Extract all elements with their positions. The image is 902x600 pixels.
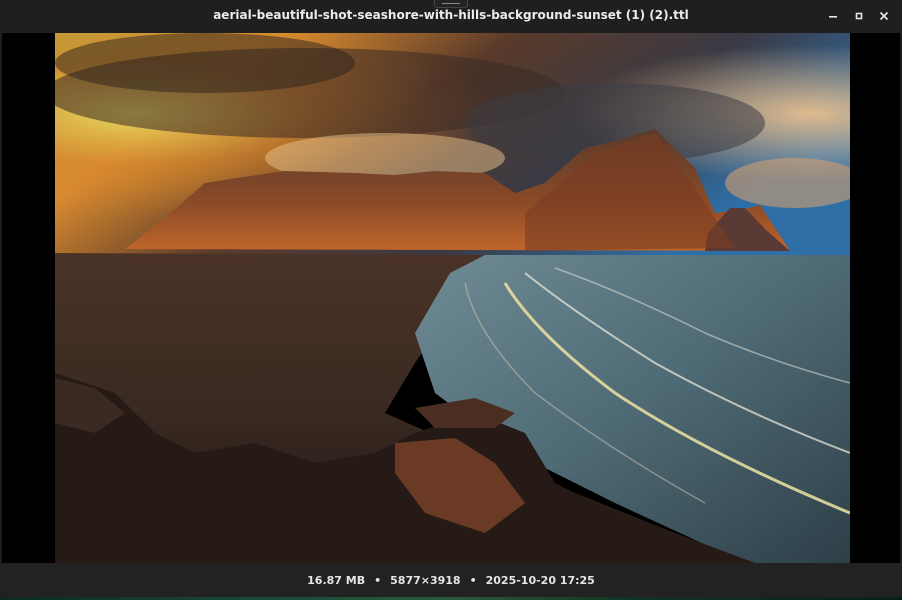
image-dimensions: 5877×3918 (390, 573, 461, 587)
separator: • (374, 573, 382, 587)
close-button[interactable] (873, 6, 895, 26)
seashore-sunset-photo (55, 33, 850, 563)
minimize-button[interactable] (822, 6, 844, 26)
minimize-icon (829, 16, 837, 18)
image-viewer-window: aerial-beautiful-shot-seashore-with-hill… (0, 0, 902, 600)
separator: • (469, 573, 477, 587)
modified-date: 2025-10-20 17:25 (485, 573, 595, 587)
close-icon (879, 11, 889, 21)
status-bar: 16.87 MB • 5877×3918 • 2025-10-20 17:25 (0, 563, 902, 597)
file-size: 16.87 MB (307, 573, 366, 587)
maximize-icon (855, 12, 863, 20)
maximize-button[interactable] (848, 6, 870, 26)
drag-handle[interactable] (434, 0, 468, 8)
title-bar[interactable]: aerial-beautiful-shot-seashore-with-hill… (0, 0, 902, 33)
image-canvas[interactable] (2, 33, 900, 563)
displayed-photo (55, 33, 850, 563)
